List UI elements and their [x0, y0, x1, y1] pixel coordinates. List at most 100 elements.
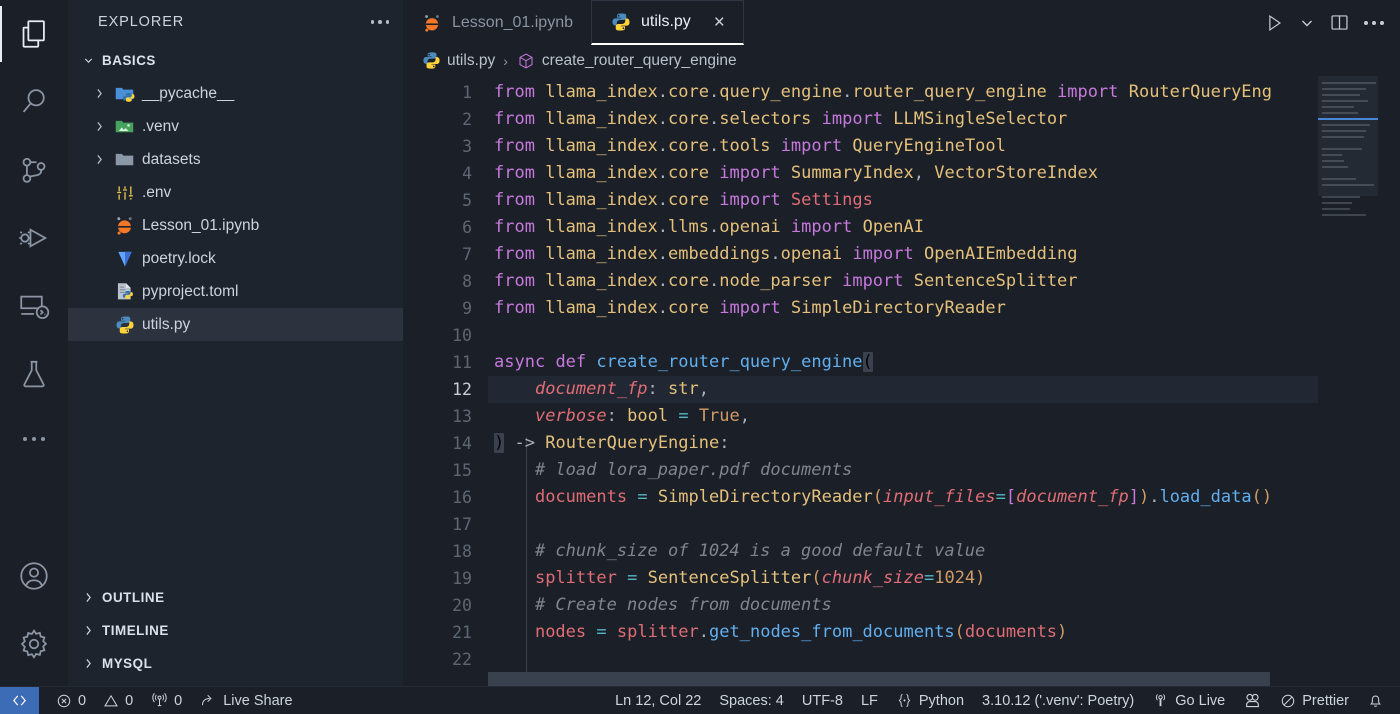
code-line[interactable]: from llama_index.core.selectors import L… — [488, 106, 1400, 133]
minimap-line — [1322, 82, 1376, 84]
activity-bar-item-remote-explorer[interactable] — [0, 272, 68, 340]
chevron-down-icon[interactable] — [1299, 15, 1315, 31]
code-line[interactable] — [488, 511, 1400, 538]
tab-lesson-01-ipynb[interactable]: Lesson_01.ipynb — [403, 0, 591, 45]
editor-vertical-scrollbar[interactable] — [1378, 76, 1400, 686]
chevron-right-icon[interactable] — [92, 153, 107, 166]
status-go-live[interactable]: Go Live — [1143, 687, 1234, 714]
code-line[interactable]: nodes = splitter.get_nodes_from_document… — [488, 619, 1400, 646]
status-notifications[interactable] — [1358, 687, 1400, 714]
tab-label: utils.py — [640, 13, 691, 30]
timeline-section[interactable]: TIMELINE — [68, 614, 403, 647]
activity-bar-item-additional-views[interactable] — [0, 408, 68, 470]
line-number: 19 — [452, 569, 472, 588]
editor-actions — [1263, 0, 1400, 45]
activity-bar-item-run-and-debug[interactable] — [0, 204, 68, 272]
code-line[interactable]: async def create_router_query_engine( — [488, 349, 1400, 376]
code-line[interactable]: from llama_index.core.query_engine.route… — [488, 79, 1400, 106]
ellipsis-icon — [1380, 20, 1384, 25]
folder-venv-icon — [114, 116, 135, 137]
explorer-section-basics[interactable]: BASICS — [68, 44, 403, 77]
line-number: 17 — [452, 515, 472, 534]
code-line[interactable] — [488, 646, 1400, 673]
chevron-right-icon[interactable] — [92, 87, 107, 100]
code-line[interactable]: from llama_index.core import SimpleDirec… — [488, 295, 1400, 322]
activity-bar-item-search[interactable] — [0, 68, 68, 136]
code-line[interactable]: # Create nodes from documents — [488, 592, 1400, 619]
folder-icon — [114, 149, 135, 170]
broadcast-icon — [1152, 692, 1169, 709]
close-icon[interactable]: × — [714, 13, 725, 32]
code-line[interactable]: splitter = SentenceSplitter(chunk_size=1… — [488, 565, 1400, 592]
code-line[interactable]: # load lora_paper.pdf documents — [488, 457, 1400, 484]
code-content[interactable]: from llama_index.core.query_engine.route… — [488, 76, 1400, 686]
code-line[interactable] — [488, 322, 1400, 349]
activity-bar-item-source-control[interactable] — [0, 136, 68, 204]
chevron-right-icon[interactable] — [92, 120, 107, 133]
outline-section[interactable]: OUTLINE — [68, 581, 403, 614]
code-line[interactable]: verbose: bool = True, — [488, 403, 1400, 430]
code-line[interactable]: document_fp: str, — [488, 376, 1400, 403]
status-eol[interactable]: LF — [852, 687, 887, 714]
code-line[interactable]: from llama_index.core import SummaryInde… — [488, 160, 1400, 187]
file-tree-item-poetry-lock[interactable]: poetry.lock — [68, 242, 403, 275]
status-gitlens[interactable] — [1234, 687, 1271, 714]
file-tree-item-datasets[interactable]: datasets — [68, 143, 403, 176]
file-tree-item-lesson-01-ipynb[interactable]: Lesson_01.ipynb — [68, 209, 403, 242]
chevron-down-icon — [80, 54, 96, 67]
ports-count: 0 — [174, 692, 183, 709]
minimap[interactable] — [1318, 76, 1378, 686]
editor-horizontal-scrollbar[interactable] — [488, 672, 1318, 686]
more-editor-actions-button[interactable] — [1364, 20, 1384, 25]
encoding-label: UTF-8 — [801, 692, 843, 709]
vscode-window: EXPLORER BASICS __pycache__ .venv datasets… — [0, 0, 1400, 714]
activity-bar-item-accounts[interactable] — [0, 542, 68, 610]
status-live-share[interactable]: Live Share — [191, 687, 301, 714]
breadcrumb-file[interactable]: utils.py — [447, 52, 495, 70]
code-line[interactable]: # chunk_size of 1024 is a good default v… — [488, 538, 1400, 565]
file-tree-item-venv[interactable]: .venv — [68, 110, 403, 143]
views-and-more-actions-button[interactable] — [370, 20, 389, 24]
file-tree-item-pyproject-toml[interactable]: pyproject.toml — [68, 275, 403, 308]
line-number: 8 — [462, 272, 472, 291]
status-problems[interactable]: 0 0 — [47, 687, 142, 714]
code-line[interactable]: from llama_index.core import Settings — [488, 187, 1400, 214]
code-line[interactable]: from llama_index.core.tools import Query… — [488, 133, 1400, 160]
ellipsis-icon — [1364, 20, 1368, 25]
sidebar-title: EXPLORER — [98, 14, 185, 30]
play-icon[interactable] — [1263, 12, 1285, 34]
eol-label: LF — [860, 692, 878, 709]
status-encoding[interactable]: UTF-8 — [793, 687, 852, 714]
line-number: 18 — [452, 542, 472, 561]
file-tree-item-pycache[interactable]: __pycache__ — [68, 77, 403, 110]
code-line[interactable]: ) -> RouterQueryEngine: — [488, 430, 1400, 457]
status-python-interpreter[interactable]: 3.10.12 ('.venv': Poetry) — [973, 687, 1143, 714]
file-tree-item-env[interactable]: .env — [68, 176, 403, 209]
tab-utils-py[interactable]: utils.py × — [590, 0, 744, 45]
breadcrumb-symbol[interactable]: create_router_query_engine — [542, 52, 737, 70]
status-remote-indicator[interactable] — [0, 686, 39, 714]
mysql-section[interactable]: MYSQL — [68, 647, 403, 680]
activity-bar-item-explorer[interactable] — [0, 0, 68, 68]
chevron-right-icon — [80, 657, 96, 670]
status-ports[interactable]: 0 — [142, 687, 191, 714]
chevron-right-icon — [80, 624, 96, 637]
line-number-gutter: 1 2 3 4 5 6 7 8 9 10 11 12 13 14 15 16 17 18 19 20 21 22 — [403, 76, 488, 686]
activity-bar-item-testing[interactable] — [0, 340, 68, 408]
code-editor[interactable]: 1 2 3 4 5 6 7 8 9 10 11 12 13 14 15 16 17 18 19 20 21 22 from… — [403, 76, 1400, 686]
split-editor-icon[interactable] — [1329, 12, 1350, 33]
code-line[interactable]: documents = SimpleDirectoryReader(input_… — [488, 484, 1400, 511]
status-editor-position[interactable]: Ln 12, Col 22 — [606, 687, 710, 714]
file-tree-item-utils-py[interactable]: utils.py — [68, 308, 403, 341]
line-number: 20 — [452, 596, 472, 615]
code-line[interactable]: from llama_index.core.node_parser import… — [488, 268, 1400, 295]
line-number: 15 — [452, 461, 472, 480]
code-line[interactable]: from llama_index.embeddings.openai impor… — [488, 241, 1400, 268]
remote-icon — [11, 692, 28, 709]
activity-bar-item-manage[interactable] — [0, 610, 68, 678]
scrollbar-thumb[interactable] — [488, 672, 1270, 686]
code-line[interactable]: from llama_index.llms.openai import Open… — [488, 214, 1400, 241]
status-language-mode[interactable]: Python — [887, 687, 973, 714]
status-prettier[interactable]: Prettier — [1271, 687, 1358, 714]
status-indentation[interactable]: Spaces: 4 — [710, 687, 793, 714]
